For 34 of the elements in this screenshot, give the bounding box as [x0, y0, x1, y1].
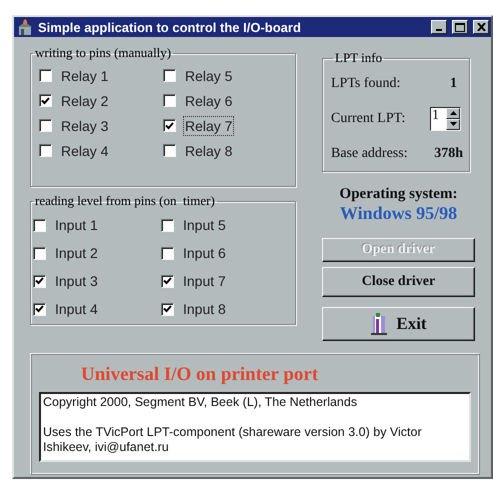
driver-button[interactable]: Close driver	[322, 267, 475, 297]
group-title: writing to pins (manually)	[34, 45, 172, 61]
checkbox-label: Relay 3	[60, 116, 110, 136]
base-address: 378h	[434, 146, 463, 162]
about-heading: Universal I/O on printer port	[81, 364, 320, 386]
checkbox-label: Input 6	[182, 244, 227, 263]
field-label: LPTs found:	[331, 76, 400, 92]
info-paragraph: Uses the TVicPort LPT-component (shareware version 3.0) by Victor Ishikeev, ivi@ufanet.ru	[43, 425, 423, 455]
lpt-spinbox[interactable]: 1	[430, 106, 461, 130]
checkbox-label: Input 7	[182, 272, 227, 291]
group-title: LPT info	[334, 50, 384, 66]
exit-button[interactable]: Exit	[322, 307, 475, 341]
group-title: reading level from pins (on timer)	[34, 193, 216, 209]
lpt-count: 1	[450, 76, 457, 92]
button-label: Exit	[396, 314, 427, 334]
checkbox-label: Relay 7	[183, 116, 234, 136]
checkbox-label: Relay 2	[60, 92, 110, 110]
field-label: Current LPT:	[331, 110, 406, 126]
checkbox-label: Input 2	[54, 244, 99, 263]
checkbox-label: Input 1	[54, 216, 99, 235]
checkbox-label: Relay 6	[184, 92, 234, 110]
checkbox-label: Relay 5	[184, 66, 234, 86]
checkbox-label: Relay 4	[60, 142, 110, 160]
checkbox-label: Input 5	[182, 216, 227, 235]
info-paragraph: Copyright 2000, Segment BV, Beek (L), The Netherlands	[43, 395, 358, 410]
window-title: Simple application to control the I/O-board	[38, 20, 302, 34]
checkbox-label: Input 8	[182, 300, 227, 319]
checkbox-label: Input 3	[54, 272, 99, 291]
os-value: Windows 95/98	[340, 203, 458, 224]
checkbox-label: Input 4	[54, 300, 99, 319]
checkbox-label: Relay 8	[184, 142, 234, 160]
os-label: Operating system:	[340, 186, 458, 203]
checkbox-label: Relay 1	[60, 66, 110, 86]
field-label: Base address:	[331, 146, 408, 162]
